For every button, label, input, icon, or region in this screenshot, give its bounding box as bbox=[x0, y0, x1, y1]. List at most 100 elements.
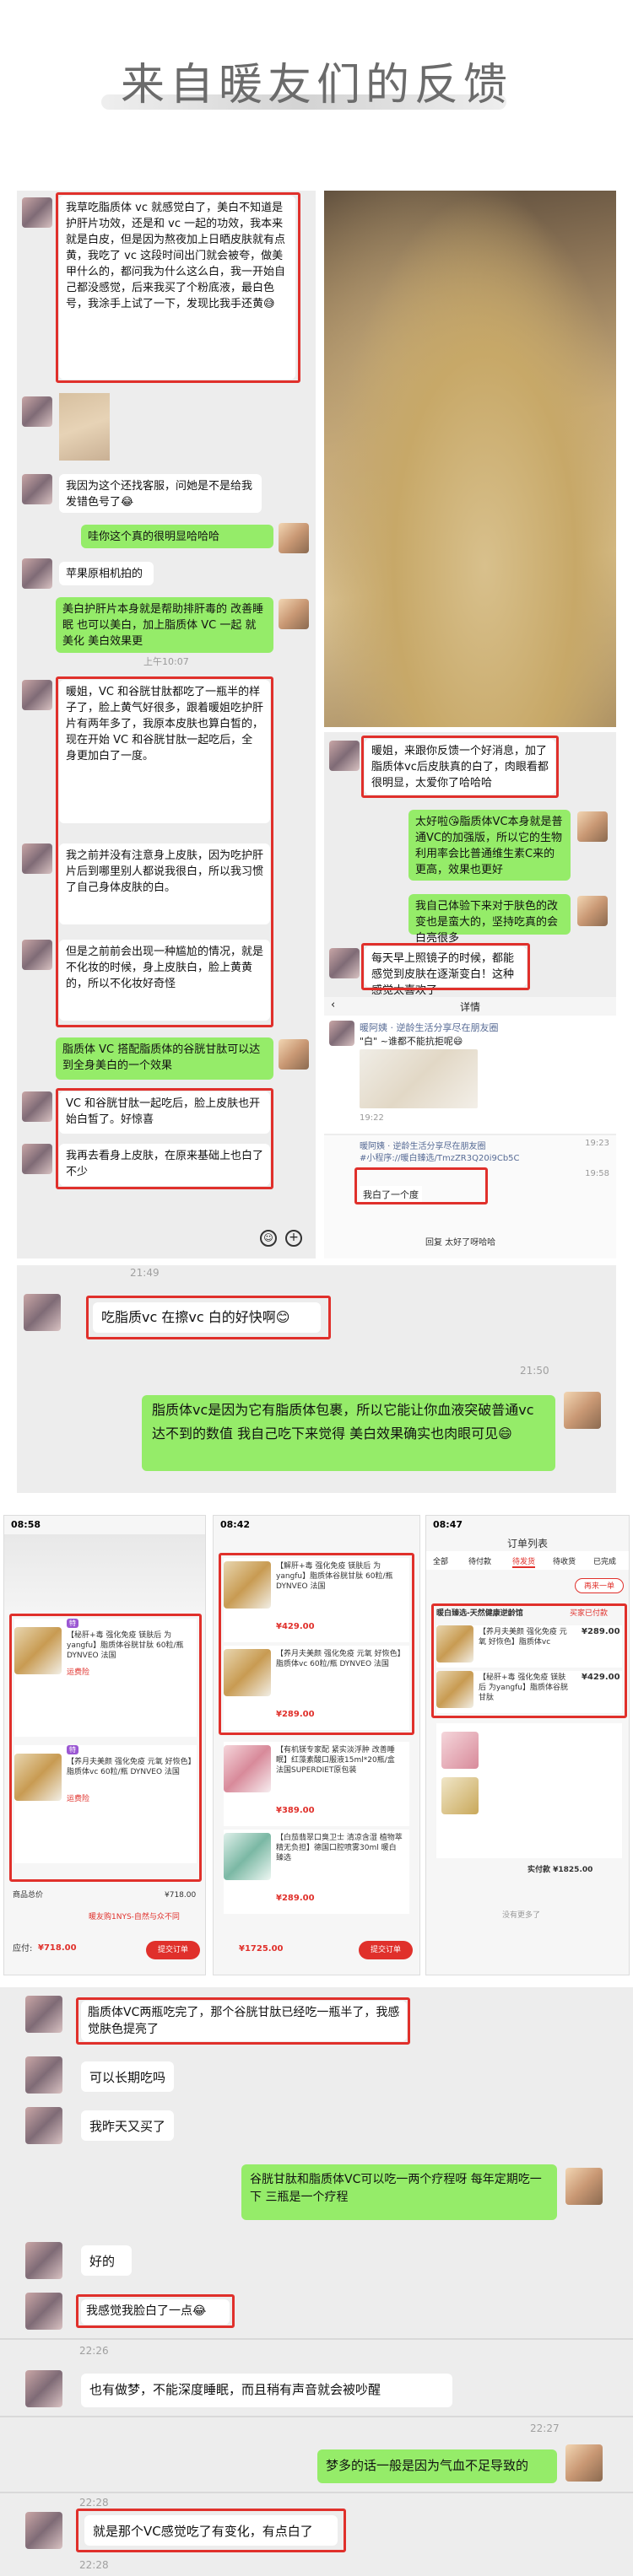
total-label: 商品总价 bbox=[13, 1891, 44, 1900]
hand-photo-thumbnail bbox=[59, 393, 110, 461]
product-item[interactable]: 特 【秘肝+毒 强化免疫 镁肤后 为yangfu】脂质体谷胱甘肽 60粒/瓶 D… bbox=[14, 1619, 197, 1737]
product-item[interactable]: 【白茄翡翠口臭卫士 清凉含湿 植物萃精无负担】德国口腔喷雾30ml 暖白臻选 ¥… bbox=[224, 1830, 409, 1914]
badge: 特 bbox=[67, 1745, 78, 1754]
order-total: 实付款 ¥1825.00 bbox=[528, 1866, 593, 1874]
detail-title: 详情 bbox=[459, 1001, 480, 1013]
chat-message: 好的 bbox=[81, 2245, 132, 2276]
product-item[interactable]: 【养月夫美颜 强化免疫 元氧 好恢色】脂质体vc ¥289.00 bbox=[436, 1625, 622, 1668]
order-tabs: 全部 待付款 待发货 待收货 已完成 bbox=[426, 1551, 629, 1570]
chat-message: 我再去看身上皮肤，在原来基础上也白了不少 bbox=[59, 1144, 270, 1186]
moment-card[interactable]: 暖阿姨 · 逆龄生活分享尽在朋友圈 "白" ~谁都不能抗拒呢😄 19:22 bbox=[324, 1016, 616, 1134]
blurred-header bbox=[4, 1534, 205, 1610]
product-item[interactable]: 【有机镁专家配 紧实淡浮肿 改善睡眠】红藻素酸口服液15ml*20瓶/盒 法国S… bbox=[224, 1742, 409, 1826]
store-name: 暖白臻选-天然健康逆龄馆 bbox=[436, 1609, 523, 1618]
product-name: 【养月夫美颜 强化免疫 元氧 好恢色】脂质体vc bbox=[479, 1628, 567, 1646]
moment-author[interactable]: 暖阿姨 · 逆龄生活分享尽在朋友圈 bbox=[360, 1021, 499, 1034]
highlight-box bbox=[56, 192, 300, 383]
avatar-self bbox=[279, 599, 309, 629]
product-item[interactable]: 【秘肝+毒 强化免疫 镁肤后 为yangfu】脂质体谷胱甘肽 ¥429.00 bbox=[436, 1671, 622, 1713]
product-image bbox=[436, 1625, 473, 1663]
highlight-box bbox=[86, 1296, 331, 1339]
avatar bbox=[329, 1021, 354, 1046]
highlight-box bbox=[354, 1167, 488, 1204]
avatar bbox=[22, 1091, 52, 1122]
product-name: 【白茄翡翠口臭卫士 清凉含湿 植物萃精无负担】德国口腔喷雾30ml 暖白臻选 bbox=[276, 1834, 403, 1862]
avatar bbox=[22, 197, 52, 228]
avatar bbox=[22, 474, 52, 504]
order-screenshot-3: 08:47 订单列表 全部 待付款 待发货 待收货 已完成 再来一单 暖白臻选-… bbox=[425, 1515, 630, 1975]
chat-message: 美白护肝片本身就是帮助排肝毒的 改善睡眠 也可以美白，加上脂质体 VC 一起 就… bbox=[56, 597, 273, 653]
product-name: 【养月夫美颜 强化免疫 元氧 好恢色】脂质体vc 60粒/瓶 DYNVEO 法国 bbox=[276, 1650, 402, 1668]
pay-label: 应付: bbox=[13, 1944, 33, 1954]
product-image bbox=[14, 1754, 62, 1801]
product-item[interactable]: 【解肝+毒 强化免疫 镁肤后 为yangfu】脂质体谷胱甘肽 60粒/瓶 DYN… bbox=[224, 1558, 409, 1642]
tab-completed[interactable]: 已完成 bbox=[593, 1555, 616, 1566]
order-screenshot-1: 08:58 特 【秘肝+毒 强化免疫 镁肤后 为yangfu】脂质体谷胱甘肽 6… bbox=[3, 1515, 206, 1975]
avatar bbox=[22, 843, 52, 874]
highlight-box bbox=[361, 943, 530, 990]
chat-message: 梦多的话一般是因为气血不足导致的 bbox=[317, 2449, 557, 2483]
avatar-self bbox=[279, 1039, 309, 1070]
total-value: ¥718.00 bbox=[165, 1891, 197, 1900]
product-image bbox=[224, 1745, 271, 1792]
product-price: ¥389.00 bbox=[276, 1806, 315, 1815]
chat-message: 脂质体 VC 搭配脂质体的谷胱甘肽可以达到全身美白的一个效果 bbox=[56, 1037, 273, 1080]
submit-order-button[interactable]: 提交订单 bbox=[359, 1941, 413, 1959]
pay-amount: ¥1725.00 bbox=[239, 1944, 284, 1954]
header-banner: 来自暖友们的反馈 bbox=[0, 0, 633, 160]
product-name: 【秘肝+毒 强化免疫 镁肤后 为yangfu】脂质体谷胱甘肽 60粒/瓶 DYN… bbox=[67, 1631, 184, 1660]
tab-to-ship[interactable]: 待发货 bbox=[512, 1555, 536, 1568]
chat-message: 谷胱甘肽和脂质体VC可以吃一两个疗程呀 每年定期吃一下 三瓶是一个疗程 bbox=[241, 2164, 557, 2220]
avatar bbox=[329, 948, 360, 978]
shipping-badge: 运费险 bbox=[67, 1795, 90, 1803]
no-more-label: 没有更多了 bbox=[502, 1911, 541, 1920]
product-image bbox=[224, 1833, 271, 1880]
moment-image[interactable] bbox=[360, 1049, 478, 1108]
product-name: 【秘肝+毒 强化免疫 镁肤后 为yangfu】脂质体谷胱甘肽 bbox=[479, 1673, 568, 1702]
product-item[interactable]: 特 【养月夫美颜 强化免疫 元氧 好恢色】脂质体vc 60粒/瓶 DYNVEO … bbox=[14, 1745, 197, 1863]
highlight-box bbox=[361, 736, 559, 798]
product-image bbox=[441, 1777, 479, 1814]
chat-message: 苹果原相机拍的 bbox=[59, 562, 154, 585]
tab-all[interactable]: 全部 bbox=[433, 1555, 448, 1566]
avatar-self bbox=[565, 2444, 603, 2482]
avatar-self bbox=[577, 811, 608, 842]
product-image bbox=[224, 1561, 271, 1609]
product-price: ¥429.00 bbox=[582, 1673, 620, 1682]
product-item[interactable]: 【养月夫美颜 强化免疫 元氧 好恢色】脂质体vc 60粒/瓶 DYNVEO 法国… bbox=[224, 1646, 409, 1730]
chat-screenshot-c: 21:49 吃脂质vc 在擦vc 白的好快啊😊 21:50 脂质体vc是因为它有… bbox=[17, 1265, 616, 1493]
highlight-box bbox=[76, 2509, 346, 2552]
timestamp: 22:28 bbox=[79, 2559, 109, 2571]
tab-unpaid[interactable]: 待付款 bbox=[468, 1555, 491, 1566]
avatar bbox=[329, 741, 360, 771]
chat-screenshot-b: 暖姐，来跟你反馈一个好消息，加了脂质体vc后皮肤真的白了，肉眼看都很明显，太爱你… bbox=[324, 732, 616, 1258]
chat-message: 可以长期吃吗 bbox=[81, 2061, 174, 2092]
avatar bbox=[22, 940, 52, 970]
product-price: ¥429.00 bbox=[276, 1622, 315, 1631]
avatar bbox=[25, 2056, 62, 2094]
product-price: ¥289.00 bbox=[276, 1894, 315, 1903]
status-time: 08:42 bbox=[220, 1519, 251, 1530]
plus-icon[interactable]: + bbox=[285, 1230, 302, 1247]
timestamp: 21:49 bbox=[130, 1267, 160, 1279]
submit-order-button[interactable]: 提交订单 bbox=[146, 1941, 200, 1959]
avatar bbox=[25, 2293, 62, 2330]
avatar-self bbox=[565, 2168, 603, 2205]
reorder-button[interactable]: 再来一单 bbox=[575, 1578, 624, 1593]
order-screenshot-2: 08:42 【解肝+毒 强化免疫 镁肤后 为yangfu】脂质体谷胱甘肽 60粒… bbox=[213, 1515, 420, 1975]
emoji-icon[interactable]: ☺ bbox=[260, 1230, 277, 1247]
share-link[interactable]: #小程序://暖白臻选/TmzZR3Q20i9Cb5C bbox=[360, 1151, 520, 1163]
shop-name: 暖友购1NYS-自然与众不同 bbox=[89, 1913, 180, 1921]
divider bbox=[0, 2492, 633, 2493]
chat-message: 也有做梦，不能深度睡眠，而且稍有声音就会被吵醒 bbox=[81, 2374, 452, 2407]
product-image bbox=[14, 1627, 62, 1674]
avatar-self bbox=[564, 1392, 601, 1429]
comment-author[interactable]: 暖阿姨 · 逆龄生活分享尽在朋友圈 bbox=[360, 1139, 486, 1151]
avatar bbox=[25, 2370, 62, 2407]
order-list-title: 订单列表 bbox=[506, 1538, 548, 1549]
chat-message: 太好啦😘脂质体VC本身就是普通VC的加强版，所以它的生物利用率会比普通维生素C来… bbox=[408, 810, 571, 881]
shipping-badge: 运费险 bbox=[67, 1668, 90, 1677]
tab-to-receive[interactable]: 待收货 bbox=[553, 1555, 576, 1566]
detail-header: ‹ 详情 bbox=[324, 997, 616, 1016]
avatar bbox=[22, 558, 52, 589]
